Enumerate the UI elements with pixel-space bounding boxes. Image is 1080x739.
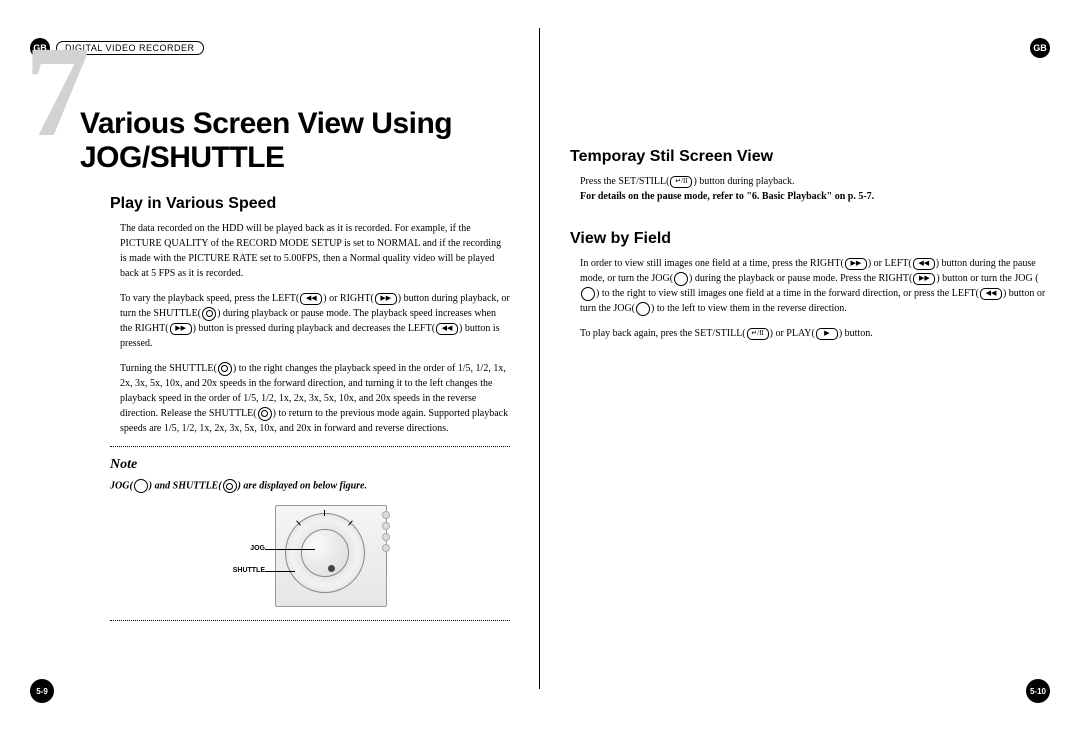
section-title-view-by-field: View by Field xyxy=(570,230,1050,248)
text: ) and SHUTTLE( xyxy=(149,480,222,491)
rewind-icon: ◀◀ xyxy=(436,323,458,335)
text: ) button or turn the JOG ( xyxy=(936,273,1038,284)
chapter-heading: 7 Various Screen View Using JOG/SHUTTLE xyxy=(30,52,510,175)
text: ) during the playback or pause mode. Pre… xyxy=(689,273,912,284)
text: ) button during playback. xyxy=(693,176,794,187)
dotted-divider xyxy=(110,620,510,621)
gb-badge: GB xyxy=(1030,38,1050,58)
text: ) to the left to view them in the revers… xyxy=(651,303,847,314)
page-number-right: 5-10 xyxy=(1026,679,1050,703)
text: ) or PLAY( xyxy=(770,328,815,339)
fast-forward-icon: ▶▶ xyxy=(913,273,935,285)
text: To vary the playback speed, press the LE… xyxy=(120,293,299,304)
note-text: JOG( ) and SHUTTLE( ) are displayed on bel… xyxy=(110,479,510,493)
chapter-title: Various Screen View Using JOG/SHUTTLE xyxy=(80,52,510,175)
right-page: GB Temporay Stil Screen View Press the S… xyxy=(540,0,1080,739)
right-content: Temporay Stil Screen View Press the SET/… xyxy=(570,148,1050,341)
rewind-icon: ◀◀ xyxy=(300,293,322,305)
document-spread: GB DIGITAL VIDEO RECORDER 7 Various Scre… xyxy=(0,0,1080,739)
jog-icon xyxy=(674,272,688,286)
text: ) or RIGHT( xyxy=(323,293,374,304)
shuttle-icon xyxy=(218,362,232,376)
text: To play back again, pres the SET/STILL( xyxy=(580,328,746,339)
left-content: Play in Various Speed The data recorded … xyxy=(110,195,510,621)
dotted-divider xyxy=(110,446,510,447)
text: Turning the SHUTTLE( xyxy=(120,363,217,374)
jog-icon xyxy=(581,287,595,301)
shuttle-icon xyxy=(258,407,272,421)
section-title-play-speed: Play in Various Speed xyxy=(110,195,510,213)
view-by-field-para2: To play back again, pres the SET/STILL(↵… xyxy=(580,326,1050,341)
fast-forward-icon: ▶▶ xyxy=(375,293,397,305)
text-bold: For details on the pause mode, refer to … xyxy=(580,191,874,202)
para1: The data recorded on the HDD will be pla… xyxy=(120,221,510,281)
jog-icon xyxy=(134,479,148,493)
left-page: GB DIGITAL VIDEO RECORDER 7 Various Scre… xyxy=(0,0,540,739)
text: JOG( xyxy=(110,480,133,491)
text: In order to view still images one field … xyxy=(580,258,844,269)
rewind-icon: ◀◀ xyxy=(913,258,935,270)
page-number-left: 5-9 xyxy=(30,679,54,703)
fast-forward-icon: ▶▶ xyxy=(845,258,867,270)
jog-dial xyxy=(301,529,349,577)
text: Press the SET/STILL( xyxy=(580,176,669,187)
text: ) button. xyxy=(839,328,873,339)
rewind-icon: ◀◀ xyxy=(980,288,1002,300)
note-label: Note xyxy=(110,457,510,473)
jog-figure-label: JOG xyxy=(225,545,265,552)
section-title-temp-still: Temporay Stil Screen View xyxy=(570,148,1050,166)
text: ) to the right to view still images one … xyxy=(596,288,979,299)
temp-still-para: Press the SET/STILL(↵/II) button during … xyxy=(580,174,1050,204)
text: ) or LEFT( xyxy=(868,258,912,269)
shuttle-icon xyxy=(202,307,216,321)
set-still-icon: ↵/II xyxy=(747,328,769,340)
text: ) button is pressed during playback and … xyxy=(193,323,435,334)
view-by-field-para1: In order to view still images one field … xyxy=(580,256,1050,316)
chapter-number: 7 xyxy=(25,27,84,157)
para3: Turning the SHUTTLE() to the right chang… xyxy=(120,361,510,436)
jog-icon xyxy=(636,302,650,316)
text: ) are displayed on below figure. xyxy=(238,480,367,491)
shuttle-icon xyxy=(223,479,237,493)
fast-forward-icon: ▶▶ xyxy=(170,323,192,335)
play-icon: ▶ xyxy=(816,328,838,340)
para2: To vary the playback speed, press the LE… xyxy=(120,291,510,351)
jog-shuttle-figure: JOG SHUTTLE xyxy=(110,505,510,610)
set-still-icon: ↵/II xyxy=(670,176,692,188)
shuttle-figure-label: SHUTTLE xyxy=(225,567,265,574)
